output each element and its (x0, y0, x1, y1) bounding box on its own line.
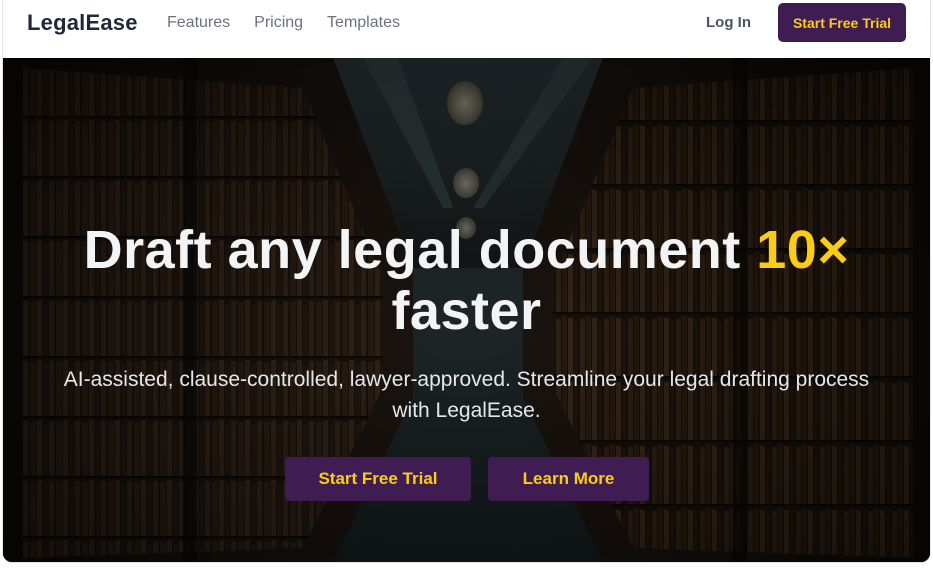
hero-headline: Draft any legal document 10× faster (3, 220, 930, 342)
hero-subtext: AI-assisted, clause-controlled, lawyer-a… (63, 368, 870, 422)
brand-logo[interactable]: LegalEase (27, 10, 138, 36)
nav-start-trial-button[interactable]: Start Free Trial (778, 3, 906, 42)
hero-learn-more-button[interactable]: Learn More (488, 457, 649, 501)
nav-link-templates[interactable]: Templates (327, 14, 400, 32)
headline-accent: 10× (756, 220, 850, 280)
top-navbar: LegalEase Features Pricing Templates Log… (3, 0, 930, 58)
nav-link-pricing[interactable]: Pricing (254, 14, 303, 32)
nav-links: Features Pricing Templates (167, 14, 424, 32)
hero-section: Draft any legal document 10× faster AI-a… (3, 58, 930, 562)
nav-link-features[interactable]: Features (167, 14, 230, 32)
headline-end: faster (391, 281, 542, 341)
hero-start-trial-button[interactable]: Start Free Trial (285, 457, 471, 501)
page-frame: LegalEase Features Pricing Templates Log… (2, 0, 931, 563)
headline-main: Draft any legal document (83, 220, 741, 280)
login-link[interactable]: Log In (706, 14, 751, 31)
